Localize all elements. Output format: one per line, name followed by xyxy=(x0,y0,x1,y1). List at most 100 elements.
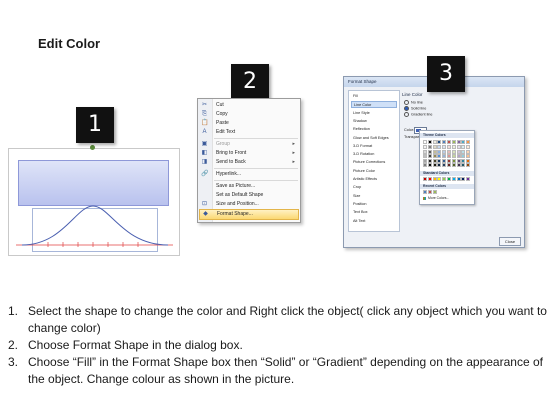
color-swatch[interactable] xyxy=(427,149,432,154)
color-swatch[interactable] xyxy=(432,154,437,158)
color-swatch[interactable] xyxy=(432,158,437,163)
color-swatch[interactable] xyxy=(466,158,471,163)
color-swatch[interactable] xyxy=(423,177,427,181)
category-item[interactable]: Text Box xyxy=(351,209,397,216)
color-swatch[interactable] xyxy=(461,149,466,154)
color-swatch[interactable] xyxy=(432,140,437,144)
category-item[interactable]: Alt Text xyxy=(351,218,397,225)
color-swatch[interactable] xyxy=(437,177,442,181)
color-swatch[interactable] xyxy=(423,145,427,149)
color-swatch[interactable] xyxy=(442,158,447,163)
color-swatch[interactable] xyxy=(437,145,442,149)
category-item[interactable]: 3-D Format xyxy=(351,143,397,150)
color-swatch[interactable] xyxy=(442,163,447,167)
category-item[interactable]: Artistic Effects xyxy=(351,176,397,183)
menu-item-cut[interactable]: ✂ Cut xyxy=(199,101,299,110)
color-swatch[interactable] xyxy=(456,149,461,154)
color-swatch[interactable] xyxy=(461,154,466,158)
color-swatch[interactable] xyxy=(437,149,442,154)
color-swatch[interactable] xyxy=(432,190,437,194)
category-item[interactable]: Crop xyxy=(351,184,397,191)
color-swatch[interactable] xyxy=(427,140,432,144)
color-swatch[interactable] xyxy=(423,158,427,163)
category-item[interactable]: Fill xyxy=(351,93,397,100)
menu-item-edit-text[interactable]: A Edit Text xyxy=(199,128,299,137)
category-item[interactable]: Size xyxy=(351,193,397,200)
option-solid-line[interactable]: Solid line xyxy=(404,106,426,111)
color-swatch[interactable] xyxy=(442,145,447,149)
color-swatch[interactable] xyxy=(451,163,456,167)
color-swatch[interactable] xyxy=(427,145,432,149)
color-swatch[interactable] xyxy=(423,163,427,167)
color-swatch[interactable] xyxy=(447,145,451,149)
color-swatch[interactable] xyxy=(451,145,456,149)
color-swatch[interactable] xyxy=(442,149,447,154)
color-swatch[interactable] xyxy=(423,154,427,158)
menu-item-hyperlink[interactable]: 🔗 Hyperlink... xyxy=(199,170,299,179)
color-swatch[interactable] xyxy=(427,163,432,167)
menu-item-send-to-back[interactable]: ◨ Send to Back ▸ xyxy=(199,158,299,167)
color-swatch[interactable] xyxy=(451,149,456,154)
more-colors-link[interactable]: More Colors... xyxy=(423,196,449,200)
color-swatch[interactable] xyxy=(456,145,461,149)
color-swatch[interactable] xyxy=(432,163,437,167)
color-swatch[interactable] xyxy=(466,145,471,149)
color-swatch[interactable] xyxy=(442,177,447,181)
close-button[interactable]: Close xyxy=(499,237,521,246)
color-swatch[interactable] xyxy=(432,145,437,149)
color-swatch[interactable] xyxy=(423,149,427,154)
menu-item-paste[interactable]: 📋 Paste xyxy=(199,119,299,128)
category-item[interactable]: Line Style xyxy=(351,110,397,117)
color-swatch[interactable] xyxy=(461,163,466,167)
color-swatch[interactable] xyxy=(447,177,451,181)
menu-item-size-position[interactable]: ⊡ Size and Position... xyxy=(199,200,299,209)
color-swatch[interactable] xyxy=(432,149,437,154)
color-swatch[interactable] xyxy=(461,145,466,149)
color-swatch[interactable] xyxy=(442,140,447,144)
color-swatch[interactable] xyxy=(456,140,461,144)
category-item[interactable]: Picture Corrections xyxy=(351,159,397,166)
color-swatch[interactable] xyxy=(466,154,471,158)
color-swatch[interactable] xyxy=(451,177,456,181)
color-swatch[interactable] xyxy=(466,177,471,181)
category-item[interactable]: Glow and Soft Edges xyxy=(351,135,397,142)
menu-item-save-as-picture[interactable]: Save as Picture... xyxy=(199,182,299,191)
menu-item-set-default-shape[interactable]: Set as Default Shape xyxy=(199,191,299,200)
color-swatch[interactable] xyxy=(466,149,471,154)
color-swatch[interactable] xyxy=(456,163,461,167)
color-swatch[interactable] xyxy=(447,158,451,163)
menu-item-copy[interactable]: ⎘ Copy xyxy=(199,110,299,119)
category-item[interactable]: Line Color xyxy=(351,101,397,109)
color-swatch[interactable] xyxy=(437,154,442,158)
color-swatch[interactable] xyxy=(451,154,456,158)
color-swatch[interactable] xyxy=(456,158,461,163)
menu-item-bring-to-front[interactable]: ◧ Bring to Front ▸ xyxy=(199,149,299,158)
menu-item-group[interactable]: ▣ Group ▸ xyxy=(199,140,299,149)
category-item[interactable]: 3-D Rotation xyxy=(351,151,397,158)
color-swatch[interactable] xyxy=(466,163,471,167)
color-swatch[interactable] xyxy=(423,140,427,144)
color-swatch[interactable] xyxy=(461,177,466,181)
color-swatch[interactable] xyxy=(461,158,466,163)
color-swatch[interactable] xyxy=(442,154,447,158)
color-swatch[interactable] xyxy=(456,177,461,181)
menu-item-format-shape[interactable]: ◆ Format Shape... xyxy=(199,209,299,220)
color-swatch[interactable] xyxy=(447,140,451,144)
color-swatch[interactable] xyxy=(432,177,437,181)
color-swatch[interactable] xyxy=(451,158,456,163)
color-swatch[interactable] xyxy=(447,149,451,154)
color-swatch[interactable] xyxy=(427,158,432,163)
category-item[interactable]: Reflection xyxy=(351,126,397,133)
color-swatch[interactable] xyxy=(437,163,442,167)
color-swatch[interactable] xyxy=(437,140,442,144)
color-swatch[interactable] xyxy=(456,154,461,158)
color-swatch[interactable] xyxy=(447,154,451,158)
color-swatch[interactable] xyxy=(427,154,432,158)
color-swatch[interactable] xyxy=(427,190,432,194)
color-swatch[interactable] xyxy=(447,163,451,167)
category-item[interactable]: Shadow xyxy=(351,118,397,125)
color-swatch[interactable] xyxy=(423,190,427,194)
option-gradient-line[interactable]: Gradient line xyxy=(404,112,433,117)
color-swatch[interactable] xyxy=(461,140,466,144)
color-swatch[interactable] xyxy=(437,158,442,163)
